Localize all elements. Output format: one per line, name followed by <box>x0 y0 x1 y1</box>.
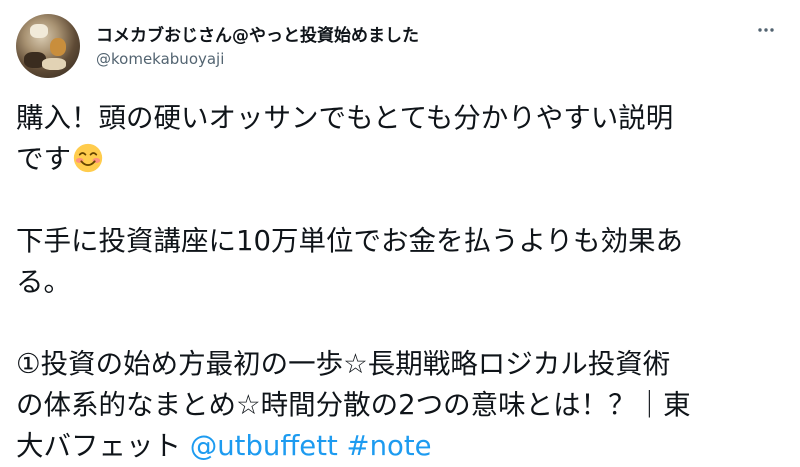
user-handle[interactable]: @komekabuoyaji <box>96 50 224 68</box>
avatar[interactable] <box>16 14 80 78</box>
tweet-text-line: 下手に投資講座に10万単位でお金を払うよりも効果あ <box>16 225 683 257</box>
tweet-header: コメカブおじさん@やっと投資始めました @komekabuoyaji <box>16 14 784 78</box>
mention-link[interactable]: @utbuffett <box>190 430 338 462</box>
display-name[interactable]: コメカブおじさん@やっと投資始めました <box>96 21 419 46</box>
more-horizontal-icon[interactable] <box>754 20 778 44</box>
tweet-text-line: 大バフェット @utbuffett #note <box>16 426 786 467</box>
tweet-text-line: です <box>16 139 786 180</box>
avatar-detail <box>50 38 66 56</box>
hashtag-link[interactable]: #note <box>347 430 432 462</box>
avatar-detail <box>42 58 66 70</box>
avatar-detail <box>30 24 48 38</box>
tweet-text-segment: です <box>16 143 71 175</box>
smiling-face-emoji-icon <box>73 143 103 173</box>
more-horizontal-icon-graphic <box>758 28 774 32</box>
tweet-text-line: る。 <box>16 266 71 298</box>
tweet-text-line: 購入！頭の硬いオッサンでもとても分かりやすい説明 <box>16 102 674 134</box>
tweet-text-line: の体系的なまとめ☆時間分散の2つの意味とは！？｜東 <box>16 389 691 421</box>
tweet-text-line: ①投資の始め方最初の一歩☆長期戦略ロジカル投資術 <box>16 348 671 380</box>
tweet-text: 購入！頭の硬いオッサンでもとても分かりやすい説明 です 下手に投資講座に10万単… <box>16 98 786 467</box>
tweet-text-segment: 大バフェット <box>16 430 190 462</box>
